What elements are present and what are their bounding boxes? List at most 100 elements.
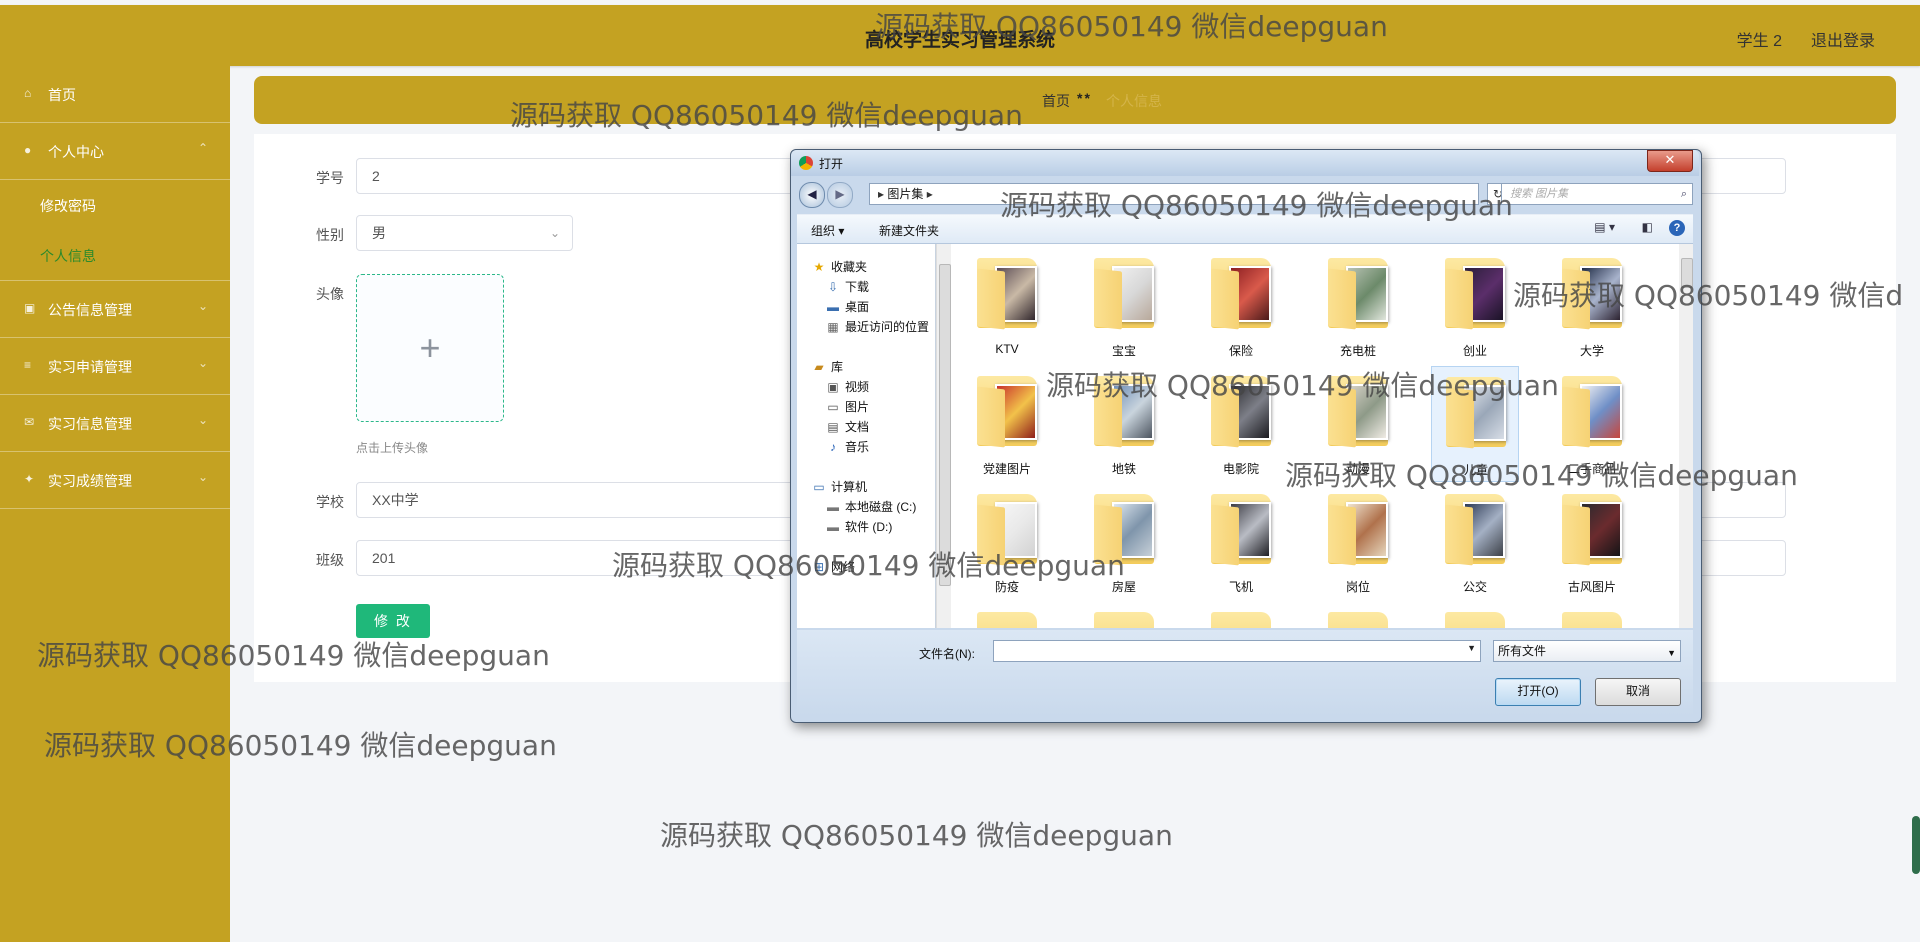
document-icon: ▤: [827, 420, 839, 434]
nav-scrollbar[interactable]: [936, 244, 951, 628]
folder-name: 房屋: [1111, 580, 1136, 594]
sidebar-item-label: 实习成绩管理: [48, 473, 132, 489]
folder-item-partial[interactable]: [1080, 602, 1168, 628]
search-input[interactable]: 搜索 图片集 ⌕: [1501, 183, 1693, 205]
folder-item-partial[interactable]: [963, 602, 1051, 628]
folder-item[interactable]: 宝宝: [1080, 248, 1168, 364]
logout-link[interactable]: 退出登录: [1811, 27, 1875, 51]
folder-item[interactable]: 创业: [1431, 248, 1519, 364]
plus-icon: +: [419, 327, 441, 368]
user-icon: ●: [24, 143, 32, 157]
gender-label: 性别: [316, 227, 344, 243]
avatar-upload[interactable]: +: [356, 274, 504, 422]
nav-item-computer[interactable]: ▭ 计算机: [811, 478, 867, 495]
nav-item-documents[interactable]: ▤ 文档: [825, 418, 869, 435]
address-box[interactable]: ▸ 图片集 ▸: [869, 183, 1479, 205]
folder-item[interactable]: 充电桩: [1314, 248, 1402, 364]
sidebar-item-label: 实习申请管理: [48, 359, 132, 375]
file-list-scrollbar[interactable]: [1679, 244, 1693, 628]
forward-button[interactable]: ▶: [827, 182, 853, 208]
open-button[interactable]: 打开(O): [1495, 678, 1581, 706]
folder-item[interactable]: 二手商品: [1548, 366, 1636, 482]
folder-item[interactable]: 动漫: [1314, 366, 1402, 482]
dialog-close-button[interactable]: ✕: [1647, 150, 1693, 172]
folder-item[interactable]: 飞机: [1197, 484, 1285, 600]
nav-scroll-thumb[interactable]: [939, 264, 951, 586]
folder-name: 电影院: [1222, 462, 1259, 476]
new-folder-button[interactable]: 新建文件夹: [879, 222, 939, 239]
folder-item[interactable]: KTV: [963, 248, 1051, 364]
nav-item-downloads[interactable]: ⇩ 下载: [825, 278, 869, 295]
modify-button[interactable]: 修 改: [356, 604, 430, 638]
folder-item[interactable]: 保险: [1197, 248, 1285, 364]
nav-item-library[interactable]: ▰ 库: [811, 358, 843, 375]
view-options-icon[interactable]: ▤ ▾: [1594, 220, 1615, 234]
download-icon: ⇩: [827, 280, 839, 294]
folder-name: 大学: [1579, 344, 1604, 358]
preview-pane-icon[interactable]: ◧: [1642, 220, 1653, 234]
sidebar-item-internship-info[interactable]: ✉ 实习信息管理 ⌄: [0, 395, 230, 452]
chevron-up-icon: ⌃: [197, 141, 208, 155]
folder-item[interactable]: 古风图片: [1548, 484, 1636, 600]
address-bar-row: ◀ ▶ ▸ 图片集 ▸ ↻ 搜索 图片集 ⌕: [797, 180, 1693, 210]
folder-item-partial[interactable]: [1548, 602, 1636, 628]
sidebar-item-personal-center[interactable]: ● 个人中心 ⌃: [0, 123, 230, 180]
address-crumb[interactable]: 图片集: [887, 187, 923, 201]
nav-item-desktop[interactable]: ▬ 桌面: [825, 298, 869, 315]
nav-item-recent[interactable]: ▦ 最近访问的位置: [825, 318, 929, 335]
arrow-left-icon: ◀: [807, 187, 817, 201]
organize-menu[interactable]: 组织 ▾: [811, 222, 844, 239]
nav-item-music[interactable]: ♪ 音乐: [825, 438, 869, 455]
file-list-scroll-thumb[interactable]: [1681, 258, 1693, 288]
sidebar-item-label: 首页: [48, 87, 76, 103]
dropdown-arrow-icon[interactable]: ▼: [1467, 643, 1476, 653]
folder-item-partial[interactable]: [1431, 602, 1519, 628]
sidebar-subitem-personal-info[interactable]: 个人信息: [0, 230, 230, 281]
folder-item[interactable]: 电影院: [1197, 366, 1285, 482]
nav-item-disk-c[interactable]: ▬ 本地磁盘 (C:): [825, 498, 916, 515]
nav-item-pictures[interactable]: ▭ 图片: [825, 398, 869, 415]
current-user[interactable]: 学生 2: [1737, 27, 1782, 51]
filename-input[interactable]: ▼: [993, 640, 1481, 662]
cancel-button[interactable]: 取消: [1595, 678, 1681, 706]
gender-select[interactable]: 男 ⌄: [356, 215, 573, 251]
folder-item[interactable]: 儿童: [1431, 366, 1519, 482]
nav-item-network[interactable]: ⊞ 网络: [811, 558, 855, 575]
chevron-down-icon: ⌄: [197, 413, 208, 427]
folder-name: KTV: [995, 342, 1019, 356]
navigation-pane: ★ 收藏夹 ⇩ 下载 ▬ 桌面 ▦ 最近访问的位置 ▰ 库 ▣ 视频 ▭ 图片 ▤ 文档 ♪ 音乐…: [797, 244, 936, 628]
sidebar-item-notice[interactable]: ▣ 公告信息管理 ⌄: [0, 281, 230, 338]
dialog-titlebar[interactable]: 打开 ✕: [791, 150, 1699, 176]
filename-label: 文件名(N):: [919, 647, 975, 661]
folder-item[interactable]: 房屋: [1080, 484, 1168, 600]
list-icon: ≡: [24, 358, 32, 372]
filetype-select[interactable]: 所有文件 ▼: [1493, 640, 1681, 662]
nav-item-favorites[interactable]: ★ 收藏夹: [811, 258, 867, 275]
help-icon[interactable]: ?: [1669, 220, 1685, 236]
sidebar-item-application[interactable]: ≡ 实习申请管理 ⌄: [0, 338, 230, 395]
folder-name: 公交: [1462, 580, 1487, 594]
nav-item-disk-d[interactable]: ▬ 软件 (D:): [825, 518, 892, 535]
chevron-down-icon: ⌄: [197, 356, 208, 370]
folder-item[interactable]: 防疫: [963, 484, 1051, 600]
folder-item[interactable]: 岗位: [1314, 484, 1402, 600]
page-scrollbar-thumb[interactable]: [1912, 816, 1920, 874]
sidebar-subitem-label: 个人信息: [40, 248, 96, 264]
folder-item[interactable]: 公交: [1431, 484, 1519, 600]
sidebar-subitem-label: 修改密码: [40, 198, 96, 214]
sidebar-subitem-change-password[interactable]: 修改密码: [0, 180, 230, 230]
folder-item[interactable]: 地铁: [1080, 366, 1168, 482]
picture-icon: ▭: [827, 400, 839, 414]
sidebar-item-score[interactable]: ✦ 实习成绩管理 ⌄: [0, 452, 230, 509]
folder-item-partial[interactable]: [1314, 602, 1402, 628]
folder-name: 古风图片: [1567, 580, 1616, 594]
nav-item-videos[interactable]: ▣ 视频: [825, 378, 869, 395]
sidebar-item-home[interactable]: ⌂ 首页: [0, 66, 230, 123]
folder-item[interactable]: 大学: [1548, 248, 1636, 364]
folder-item-partial[interactable]: [1197, 602, 1285, 628]
chevron-down-icon: ⌄: [197, 299, 208, 313]
back-button[interactable]: ◀: [799, 182, 825, 208]
breadcrumb-home[interactable]: 首页: [1042, 91, 1070, 111]
chevron-right-icon: ▸: [923, 187, 933, 201]
folder-item[interactable]: 党建图片: [963, 366, 1051, 482]
